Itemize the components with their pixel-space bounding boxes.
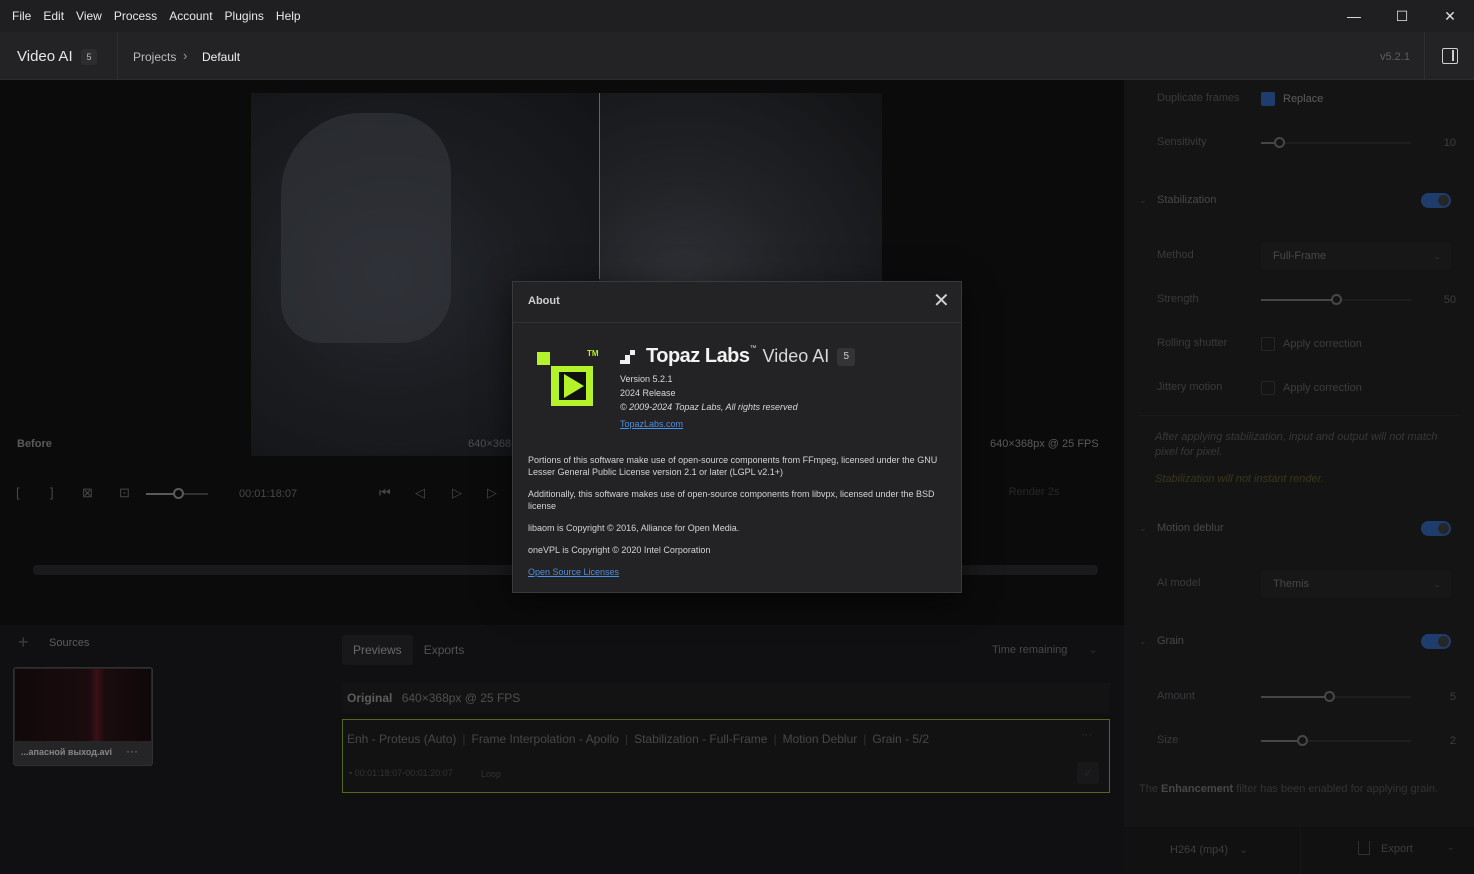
libaom-notice: libaom is Copyright © 2016, Alliance for… <box>528 523 740 533</box>
menu-file[interactable]: File <box>6 0 37 32</box>
app-title: Video AI <box>17 48 73 65</box>
menu-plugins[interactable]: Plugins <box>219 0 270 32</box>
brand-row: Topaz Labs™ Video AI 5 <box>620 345 856 368</box>
close-icon[interactable]: ✕ <box>933 290 950 312</box>
release-text: 2024 Release <box>620 388 676 398</box>
minimize-icon: — <box>1347 8 1361 24</box>
version-text: Version 5.2.1 <box>620 374 673 384</box>
menu-help[interactable]: Help <box>270 0 307 32</box>
brand-name: Topaz Labs <box>646 345 750 367</box>
breadcrumb-default: Default <box>202 50 241 64</box>
breadcrumb-projects[interactable]: Projects <box>133 50 176 64</box>
ffmpeg-notice: Portions of this software make use of op… <box>528 455 938 477</box>
window-controls: — ☐ ✕ <box>1330 0 1474 32</box>
topaz-video-logo: TM <box>537 349 599 406</box>
menu-edit[interactable]: Edit <box>37 0 70 32</box>
close-window-button[interactable]: ✕ <box>1426 0 1474 32</box>
libvpx-notice: Additionally, this software makes use of… <box>528 489 935 511</box>
topaz-logo-icon <box>620 349 636 364</box>
menu-bar: File Edit View Process Account Plugins H… <box>0 0 1474 32</box>
menu-view[interactable]: View <box>70 0 108 32</box>
menu-account[interactable]: Account <box>163 0 218 32</box>
product-name: Video AI <box>762 346 830 366</box>
website-link[interactable]: TopazLabs.com <box>620 419 683 429</box>
maximize-button[interactable]: ☐ <box>1378 0 1426 32</box>
app-header: Video AI 5 Projects › Default v5.2.1 <box>0 32 1474 80</box>
product-badge: 5 <box>837 347 856 366</box>
app-version-badge: 5 <box>81 49 97 65</box>
about-dialog: About ✕ TM Topaz Labs™ Video AI 5 Version … <box>512 281 962 593</box>
minimize-button[interactable]: — <box>1330 0 1378 32</box>
version-label: v5.2.1 <box>1380 51 1410 63</box>
copyright-text: © 2009-2024 Topaz Labs, All rights reser… <box>620 402 798 412</box>
menu-process[interactable]: Process <box>108 0 163 32</box>
header-divider <box>117 32 118 80</box>
close-icon: ✕ <box>1444 7 1456 24</box>
side-panel-icon <box>1441 48 1458 64</box>
onevpl-notice: oneVPL is Copyright © 2020 Intel Corpora… <box>528 545 711 555</box>
maximize-icon: ☐ <box>1395 7 1409 24</box>
dialog-header: About ✕ <box>513 282 961 323</box>
chevron-right-icon: › <box>183 48 188 63</box>
dialog-title: About <box>528 295 560 307</box>
panel-toggle-button[interactable] <box>1424 32 1474 80</box>
open-source-licenses-link[interactable]: Open Source Licenses <box>528 567 619 577</box>
